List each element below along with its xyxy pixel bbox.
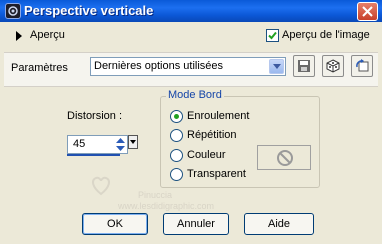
app-icon <box>5 3 21 19</box>
distortion-label: Distorsion : <box>67 110 123 122</box>
parameters-label: Paramètres <box>11 62 68 74</box>
save-preset-button[interactable] <box>293 55 315 77</box>
save-preset-icon <box>298 60 310 72</box>
chevron-down-icon <box>273 64 281 69</box>
distortion-dropdown-button[interactable] <box>128 135 138 149</box>
watermark-heart-icon <box>92 176 110 196</box>
close-button[interactable] <box>357 2 378 21</box>
dropdown-arrow-button[interactable] <box>269 59 284 74</box>
dialog-window: Perspective verticale Aperçu Aperçu de l… <box>0 0 382 244</box>
image-preview-checkbox[interactable]: Aperçu de l'image <box>266 29 376 44</box>
radio-transparent-label: Transparent <box>187 168 246 180</box>
radio-color-label: Couleur <box>187 149 226 161</box>
help-button[interactable]: Aide <box>244 213 314 235</box>
radio-transparent[interactable]: Transparent <box>170 168 290 182</box>
title-bar[interactable]: Perspective verticale <box>0 0 382 22</box>
radio-wrap[interactable]: Enroulement <box>170 110 290 124</box>
radio-repeat-label: Répétition <box>187 129 237 141</box>
ok-button[interactable]: OK <box>82 213 148 235</box>
cancel-button[interactable]: Annuler <box>163 213 229 235</box>
radio-button[interactable] <box>170 168 183 181</box>
checkbox-box[interactable] <box>266 29 279 42</box>
color-swatch-button[interactable] <box>257 145 311 170</box>
edge-mode-title: Mode Bord <box>166 89 224 101</box>
randomize-dice-icon <box>326 59 340 73</box>
distortion-value: 45 <box>73 138 86 150</box>
radio-button[interactable] <box>170 149 183 162</box>
image-preview-label: Aperçu de l'image <box>282 29 370 41</box>
randomize-button[interactable] <box>322 55 344 77</box>
preset-dropdown[interactable]: Dernières options utilisées <box>90 57 286 76</box>
close-icon <box>362 6 373 17</box>
checkmark-icon <box>268 31 277 40</box>
radio-button[interactable] <box>170 110 183 123</box>
window-title: Perspective verticale <box>24 3 154 18</box>
distortion-slider-bar[interactable] <box>67 154 120 156</box>
preview-toggle-label: Aperçu <box>30 29 65 41</box>
expand-arrow-icon <box>16 31 22 41</box>
disabled-no-sign-icon <box>277 150 293 166</box>
reset-button[interactable] <box>351 55 373 77</box>
watermark-name: Pinuccia <box>138 190 173 200</box>
radio-button[interactable] <box>170 129 183 142</box>
preview-toggle[interactable]: Aperçu <box>10 28 90 44</box>
reset-icon <box>356 59 369 72</box>
radio-repeat[interactable]: Répétition <box>170 129 290 143</box>
radio-selected-dot <box>174 114 179 119</box>
distortion-input[interactable]: 45 <box>67 135 128 154</box>
radio-wrap-label: Enroulement <box>187 110 250 122</box>
chevron-down-icon <box>130 140 136 144</box>
watermark-url: www.lesdidigraphic.com <box>118 201 215 211</box>
spinner-arrows-icon[interactable] <box>116 137 125 152</box>
preset-value: Dernières options utilisées <box>94 60 224 72</box>
